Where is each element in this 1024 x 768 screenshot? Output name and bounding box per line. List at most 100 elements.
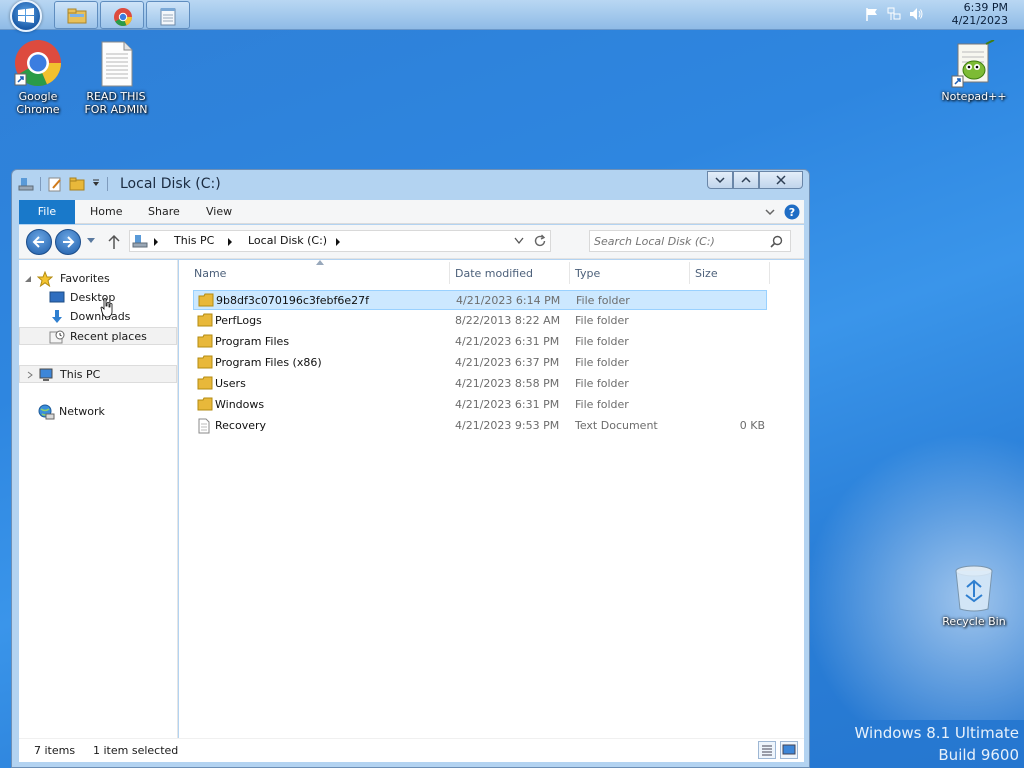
taskbar-notepad-button[interactable] [146, 1, 190, 29]
desktop-icon-read-this-for-admin[interactable]: READ THIS FOR ADMIN [76, 40, 156, 116]
column-header-type[interactable]: Type [575, 267, 600, 280]
column-divider[interactable] [769, 262, 770, 284]
breadcrumb-separator-icon[interactable] [151, 235, 161, 249]
table-row[interactable]: Users 4/21/2023 8:58 PM File folder [193, 374, 767, 394]
flag-icon[interactable] [864, 6, 880, 22]
row-type: File folder [575, 398, 629, 411]
forward-button[interactable] [55, 229, 81, 255]
star-icon [37, 271, 53, 287]
address-bar[interactable]: This PC Local Disk (C:) [129, 230, 551, 252]
search-input[interactable] [594, 233, 764, 249]
collapse-triangle-icon[interactable] [24, 275, 32, 283]
nav-favorites[interactable]: Favorites [19, 270, 177, 288]
row-name: Users [215, 377, 246, 390]
details-view-icon [762, 745, 772, 756]
nav-downloads[interactable]: Downloads [19, 308, 177, 326]
row-type: File folder [575, 314, 629, 327]
tab-view[interactable]: View [206, 200, 232, 224]
table-row[interactable]: Program Files 4/21/2023 6:31 PM File fol… [193, 332, 767, 352]
folder-icon [197, 334, 213, 348]
nav-this-pc[interactable]: This PC [19, 365, 177, 383]
desktop-icon-google-chrome[interactable]: Google Chrome [0, 38, 78, 116]
close-button[interactable] [759, 171, 803, 189]
column-header-name[interactable]: Name [194, 267, 226, 280]
tab-share[interactable]: Share [148, 200, 180, 224]
taskbar-chrome-button[interactable] [100, 1, 144, 29]
toolbar-separator [40, 177, 41, 191]
breadcrumb-separator-icon[interactable] [333, 235, 343, 249]
close-icon [776, 175, 786, 185]
watermark-edition: Windows 8.1 Ultimate [854, 724, 1019, 742]
row-name: Program Files (x86) [215, 356, 322, 369]
minimize-button[interactable] [707, 171, 733, 189]
help-icon[interactable]: ? [784, 204, 800, 220]
up-arrow-icon[interactable] [107, 234, 121, 250]
recent-locations-chevron-icon[interactable] [86, 237, 96, 245]
nav-network[interactable]: Network [19, 403, 177, 421]
network-icon[interactable] [886, 6, 902, 22]
breadcrumb-local-disk[interactable]: Local Disk (C:) [248, 234, 327, 247]
tab-file[interactable]: File [19, 200, 75, 224]
computer-icon [39, 368, 53, 381]
column-divider[interactable] [689, 262, 690, 284]
refresh-icon[interactable] [533, 234, 547, 248]
ribbon-right-controls: ? [764, 204, 800, 220]
expand-triangle-icon[interactable] [26, 371, 34, 379]
chrome-icon [14, 40, 62, 87]
breadcrumb-separator-icon[interactable] [225, 235, 235, 249]
watermark-build: Build 9600 [938, 746, 1019, 764]
column-header-date-modified[interactable]: Date modified [455, 267, 533, 280]
file-explorer-window: Local Disk (C:) File Home Share View ? T… [11, 169, 810, 768]
search-icon[interactable] [770, 235, 783, 248]
expand-ribbon-icon[interactable] [764, 207, 776, 217]
taskbar-clock[interactable]: 6:39 PM 4/21/2023 [952, 1, 1008, 27]
recent-places-icon [49, 330, 65, 344]
desktop-icon-label: Notepad++ [941, 90, 1007, 103]
details-view-button[interactable] [758, 741, 776, 759]
start-button[interactable] [10, 0, 42, 32]
table-row[interactable]: 9b8df3c070196c3febf6e27f 4/21/2023 6:14 … [193, 290, 767, 310]
table-row[interactable]: PerfLogs 8/22/2013 8:22 AM File folder [193, 311, 767, 331]
column-divider[interactable] [569, 262, 570, 284]
nav-desktop[interactable]: Desktop [19, 289, 177, 307]
windows-watermark: Windows 8.1 Ultimate Build 9600 [855, 722, 1019, 766]
customize-toolbar-chevron-icon[interactable] [91, 179, 101, 189]
title-bar[interactable]: Local Disk (C:) [12, 170, 809, 198]
back-button[interactable] [26, 229, 52, 255]
clock-date: 4/21/2023 [951, 14, 1008, 27]
svg-text:?: ? [789, 206, 795, 219]
table-row[interactable]: Windows 4/21/2023 6:31 PM File folder [193, 395, 767, 415]
nav-recent-places[interactable]: Recent places [19, 327, 177, 345]
desktop-icon [49, 291, 65, 303]
row-name: Program Files [215, 335, 290, 348]
row-name: Windows [215, 398, 265, 411]
properties-icon[interactable] [47, 176, 63, 192]
large-icons-view-button[interactable] [780, 741, 798, 759]
breadcrumb-this-pc[interactable]: This PC [174, 234, 214, 247]
row-name: Recovery [215, 419, 267, 432]
taskbar-file-explorer-button[interactable] [54, 1, 98, 29]
desktop-icon-notepad-plus-plus[interactable]: Notepad++ [934, 40, 1014, 103]
column-divider[interactable] [449, 262, 450, 284]
notepad-icon [160, 8, 176, 26]
drive-icon [18, 178, 34, 191]
drive-icon [132, 235, 148, 248]
tab-home[interactable]: Home [90, 200, 122, 224]
file-explorer-icon [67, 8, 87, 24]
desktop-icon-recycle-bin[interactable]: Recycle Bin [934, 563, 1014, 628]
network-globe-icon [38, 404, 55, 420]
maximize-button[interactable] [733, 171, 759, 189]
row-type: File folder [575, 335, 629, 348]
desktop-icon-label: Recycle Bin [942, 615, 1006, 628]
status-selection: 1 item selected [93, 744, 179, 757]
clock-time: 6:39 PM [963, 1, 1008, 14]
new-folder-icon[interactable] [69, 176, 85, 192]
row-name: 9b8df3c070196c3febf6e27f [216, 294, 370, 307]
column-header-size[interactable]: Size [695, 267, 718, 280]
volume-icon[interactable] [908, 6, 924, 22]
address-history-chevron-icon[interactable] [514, 237, 524, 245]
folder-icon [198, 293, 214, 307]
table-row[interactable]: Recovery 4/21/2023 9:53 PM Text Document… [193, 416, 767, 436]
row-date: 4/21/2023 6:31 PM [455, 398, 560, 411]
table-row[interactable]: Program Files (x86) 4/21/2023 6:37 PM Fi… [193, 353, 767, 373]
